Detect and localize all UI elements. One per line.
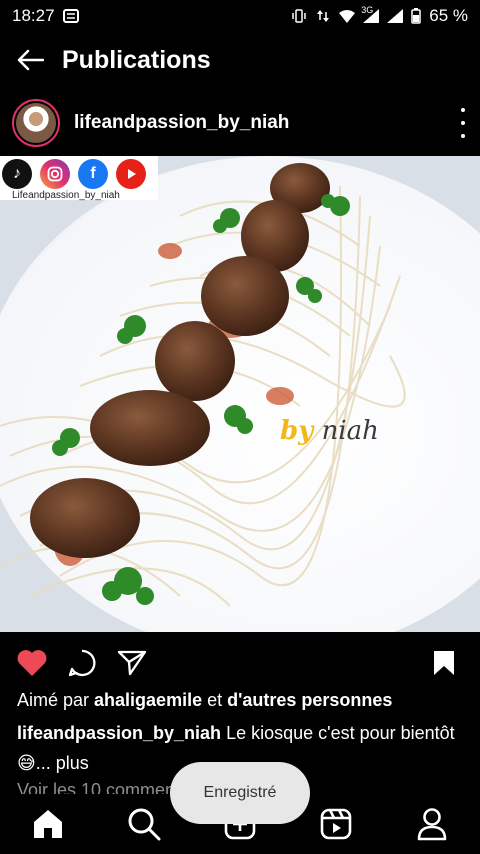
page-title: Publications bbox=[62, 45, 211, 74]
avatar[interactable] bbox=[12, 99, 60, 147]
post-header: lifeandpassion_by_niah bbox=[0, 96, 480, 150]
post-action-bar bbox=[0, 642, 480, 684]
caption-username[interactable]: lifeandpassion_by_niah bbox=[17, 723, 221, 743]
share-icon[interactable] bbox=[115, 646, 149, 680]
watermark: by niah bbox=[280, 416, 379, 446]
instagram-icon bbox=[40, 159, 70, 189]
status-time: 18:27 bbox=[12, 6, 55, 25]
wifi-icon bbox=[339, 10, 356, 23]
tiktok-icon: ♪ bbox=[2, 159, 32, 189]
like-heart-icon[interactable] bbox=[15, 646, 49, 680]
likes-others-link[interactable]: d'autres personnes bbox=[227, 690, 392, 710]
reels-icon[interactable] bbox=[316, 804, 356, 844]
message-icon bbox=[62, 9, 79, 23]
home-icon[interactable] bbox=[28, 804, 68, 844]
social-overlay: ♪ f Lifeandpassion_by_niah bbox=[0, 156, 158, 201]
liker-username[interactable]: ahaligaemile bbox=[94, 690, 202, 710]
data-transfer-icon bbox=[317, 10, 330, 22]
post-image[interactable]: ♪ f Lifeandpassion_by_niah by niah bbox=[0, 156, 480, 632]
overlay-caption: Lifeandpassion_by_niah bbox=[12, 190, 120, 201]
battery-percentage: 65 % bbox=[429, 6, 468, 25]
emoji: 😅 bbox=[17, 753, 36, 773]
food-photo bbox=[0, 156, 480, 632]
status-bar: 18:27 3G 65 % bbox=[0, 0, 480, 32]
post-username[interactable]: lifeandpassion_by_niah bbox=[74, 112, 289, 134]
more-options-icon[interactable] bbox=[456, 108, 470, 138]
saved-toast: Enregistré bbox=[170, 762, 310, 824]
search-icon[interactable] bbox=[124, 804, 164, 844]
bookmark-icon[interactable] bbox=[427, 646, 461, 680]
vibrate-icon bbox=[292, 9, 306, 23]
comment-icon[interactable] bbox=[65, 646, 99, 680]
youtube-icon bbox=[116, 159, 146, 189]
battery-icon bbox=[411, 8, 421, 24]
signal-icon bbox=[387, 9, 404, 23]
profile-icon[interactable] bbox=[412, 804, 452, 844]
app-header: Publications bbox=[0, 36, 480, 84]
back-arrow-icon[interactable] bbox=[14, 44, 46, 76]
caption-more-link[interactable]: ... plus bbox=[36, 753, 89, 773]
facebook-icon: f bbox=[78, 159, 108, 189]
network-type-label: 3G bbox=[361, 5, 374, 15]
likes-line: Aimé par ahaligaemile et d'autres person… bbox=[17, 690, 393, 710]
